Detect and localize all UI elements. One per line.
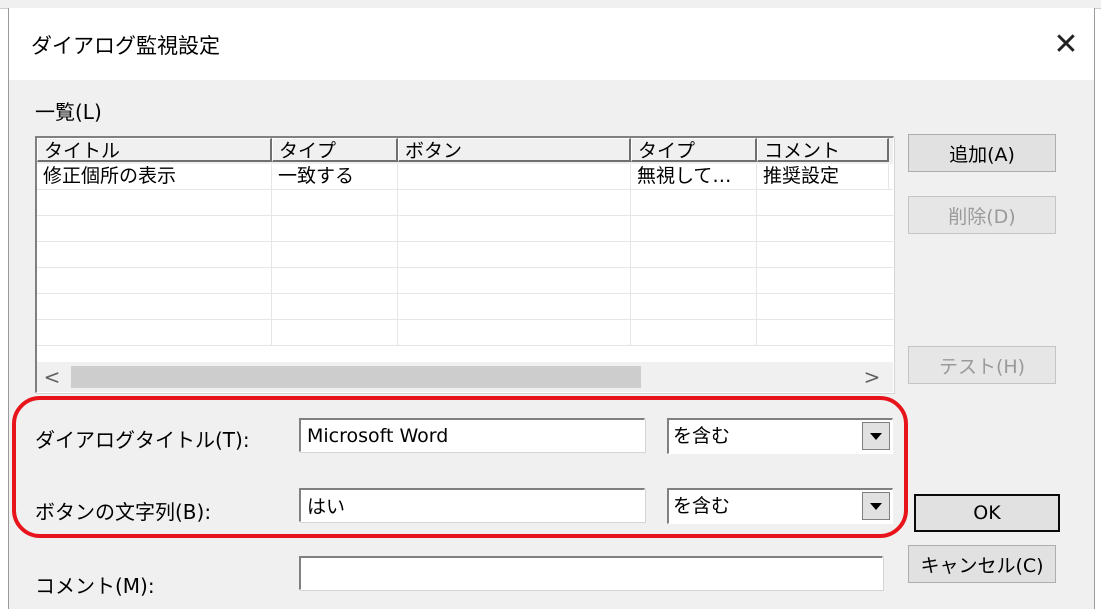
ok-button[interactable]: OK [914,494,1060,532]
chevron-down-icon [870,432,882,440]
scrollbar-thumb[interactable] [71,366,641,388]
empty-row [37,294,893,320]
cell-button [398,164,631,189]
close-button[interactable]: ✕ [1038,16,1094,72]
comment-label: コメント(M): [35,574,155,598]
test-button[interactable]: テスト(H) [908,346,1056,384]
column-header-title-type[interactable]: タイプ [272,138,398,162]
close-icon: ✕ [1053,26,1079,62]
comment-input[interactable] [299,556,883,590]
empty-row [37,190,893,216]
cancel-button[interactable]: キャンセル(C) [908,545,1056,583]
delete-button[interactable]: 削除(D) [908,196,1056,234]
button-text-dropdown-button[interactable] [862,492,890,520]
list-header: タイトル タイプ ボタン タイプ コメント [37,138,893,164]
add-button[interactable]: 追加(A) [908,134,1056,172]
dialog-title-match-select[interactable]: を含む [667,418,893,454]
empty-row [37,242,893,268]
column-header-button[interactable]: ボタン [398,138,631,162]
button-text-label: ボタンの文字列(B): [35,500,212,524]
cell-button-type: 無視して… [631,164,757,189]
column-header-button-type[interactable]: タイプ [631,138,757,162]
table-row[interactable]: 修正個所の表示 一致する 無視して… 推奨設定 [37,164,893,190]
list-label: 一覧(L) [35,100,102,124]
list-body: 修正個所の表示 一致する 無視して… 推奨設定 [37,164,893,356]
cell-comment: 推奨設定 [757,164,889,189]
button-text-input[interactable] [299,488,645,522]
empty-row [37,268,893,294]
dialog-window: ダイアログ監視設定 ✕ 一覧(L) タイトル タイプ ボタン タイプ コメント … [8,8,1095,609]
scroll-right-icon[interactable]: > [857,362,887,392]
dialog-title-dropdown-button[interactable] [862,422,890,450]
button-text-match-value: を含む [673,495,731,517]
button-text-match-select[interactable]: を含む [667,488,893,524]
dialog-list[interactable]: タイトル タイプ ボタン タイプ コメント 修正個所の表示 一致する 無視して…… [35,136,894,393]
dialog-title-match-value: を含む [673,425,731,447]
empty-row [37,320,893,346]
cell-title-type: 一致する [272,164,398,189]
empty-row [37,216,893,242]
column-header-title[interactable]: タイトル [37,138,272,162]
dialog-title-label: ダイアログタイトル(T): [35,428,250,452]
dialog-title: ダイアログ監視設定 [31,34,220,58]
scroll-left-icon[interactable]: < [37,362,67,392]
horizontal-scrollbar[interactable]: < > [37,362,893,392]
cell-title: 修正個所の表示 [37,164,272,189]
dialog-title-input[interactable] [299,418,645,452]
column-header-comment[interactable]: コメント [757,138,889,162]
title-bar: ダイアログ監視設定 ✕ [9,8,1094,80]
chevron-down-icon [870,502,882,510]
